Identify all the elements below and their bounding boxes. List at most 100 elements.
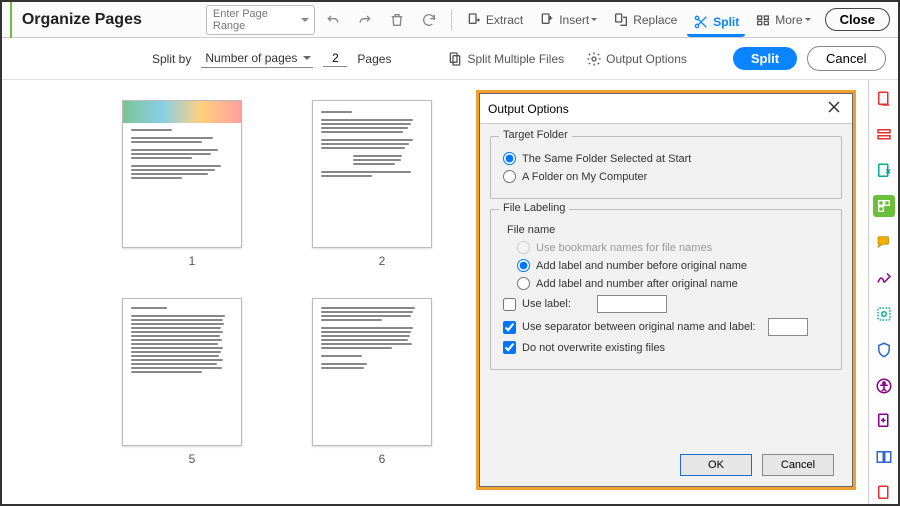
tool-comment-icon[interactable] [873, 231, 895, 253]
file-labeling-group-label: File Labeling [499, 202, 569, 214]
checkbox-separator-text: Use separator between original name and … [522, 321, 756, 333]
extract-icon [466, 12, 482, 28]
radio-after-label: Add label and number after original name [536, 278, 738, 290]
tool-create-pdf-icon[interactable] [873, 160, 895, 182]
insert-icon [539, 12, 555, 28]
tool-organize-pages-icon[interactable] [873, 195, 895, 217]
cancel-button[interactable]: Cancel [807, 46, 885, 71]
page-range-dropdown[interactable]: Enter Page Range [206, 5, 315, 35]
radio-same-folder[interactable]: The Same Folder Selected at Start [503, 152, 831, 165]
tool-export-pdf-icon[interactable] [873, 88, 895, 110]
replace-icon [613, 12, 629, 28]
tool-protect-icon[interactable] [873, 339, 895, 361]
dialog-ok-button[interactable]: OK [680, 454, 752, 476]
rotate-button[interactable] [415, 8, 443, 32]
checkbox-no-overwrite-input[interactable] [503, 341, 516, 354]
undo-icon [325, 12, 341, 28]
dialog-title-text: Output Options [488, 102, 569, 116]
thumb-label: 2 [312, 254, 452, 268]
toolbar-top: Organize Pages Enter Page Range Extract … [2, 2, 898, 38]
radio-same-folder-label: The Same Folder Selected at Start [522, 153, 691, 165]
page-thumb-2[interactable]: 2 [312, 100, 452, 268]
page-title: Organize Pages [22, 11, 142, 29]
file-name-sub-label: File name [507, 224, 831, 236]
pages-label: Pages [357, 52, 391, 66]
extract-label: Extract [486, 13, 523, 27]
radio-my-computer-input[interactable] [503, 170, 516, 183]
tool-add-icon[interactable] [873, 410, 895, 432]
dialog-titlebar: Output Options [480, 94, 852, 124]
checkbox-no-overwrite-text: Do not overwrite existing files [522, 342, 665, 354]
more-label: More [775, 13, 802, 27]
tool-edit-pdf-icon[interactable] [873, 124, 895, 146]
thumb-label: 5 [122, 452, 262, 466]
more-icon [755, 12, 771, 28]
radio-before-input[interactable] [517, 259, 530, 272]
radio-bookmark-input [517, 241, 530, 254]
trash-icon [389, 12, 405, 28]
tool-accessibility-icon[interactable] [873, 375, 895, 397]
radio-my-computer-label: A Folder on My Computer [522, 171, 647, 183]
radio-after-input[interactable] [517, 277, 530, 290]
rotate-icon [421, 12, 437, 28]
separator [451, 9, 452, 31]
tool-redact-icon[interactable] [873, 303, 895, 325]
radio-my-computer[interactable]: A Folder on My Computer [503, 170, 831, 183]
checkbox-use-label-text: Use label: [522, 298, 571, 310]
dialog-cancel-button[interactable]: Cancel [762, 454, 834, 476]
checkbox-no-overwrite[interactable]: Do not overwrite existing files [503, 341, 831, 354]
split-multiple-label: Split Multiple Files [467, 52, 564, 66]
toolbar-split-options: Split by Number of pages Pages Split Mul… [2, 38, 898, 80]
replace-label: Replace [633, 13, 677, 27]
split-mode-dropdown[interactable]: Number of pages [201, 49, 313, 68]
scissors-icon [693, 14, 709, 30]
target-folder-group-label: Target Folder [499, 129, 572, 141]
content-area: 1 2 5 6 [2, 80, 898, 504]
checkbox-separator[interactable]: Use separator between original name and … [503, 318, 831, 336]
redo-button[interactable] [351, 8, 379, 32]
split-button[interactable]: Split [733, 47, 797, 70]
page-thumb-1[interactable]: 1 [122, 100, 262, 268]
label-text-input[interactable] [597, 295, 667, 313]
close-icon [828, 101, 840, 113]
output-options-label: Output Options [606, 52, 687, 66]
split-tool-button[interactable]: Split [687, 10, 745, 37]
thumb-label: 1 [122, 254, 262, 268]
radio-label-before[interactable]: Add label and number before original nam… [517, 259, 831, 272]
radio-label-after[interactable]: Add label and number after original name [517, 277, 831, 290]
tool-fill-sign-icon[interactable] [873, 267, 895, 289]
extract-button[interactable]: Extract [460, 8, 529, 32]
accent-bar [10, 2, 12, 38]
files-icon [447, 51, 463, 67]
dialog-close-button[interactable] [824, 100, 844, 117]
separator-text-input[interactable] [768, 318, 808, 336]
checkbox-use-label-input[interactable] [503, 298, 516, 311]
undo-button[interactable] [319, 8, 347, 32]
radio-bookmark-label: Use bookmark names for file names [536, 242, 712, 254]
split-multiple-button[interactable]: Split Multiple Files [441, 47, 570, 71]
more-button[interactable]: More [749, 8, 816, 32]
checkbox-use-label[interactable]: Use label: [503, 295, 831, 313]
insert-button[interactable]: Insert [533, 8, 603, 32]
close-button[interactable]: Close [825, 8, 890, 31]
output-options-dialog: Output Options Target Folder The Same Fo… [476, 90, 856, 490]
radio-bookmark-names[interactable]: Use bookmark names for file names [517, 241, 831, 254]
split-label: Split [713, 15, 739, 29]
replace-button[interactable]: Replace [607, 8, 683, 32]
checkbox-separator-input[interactable] [503, 321, 516, 334]
radio-same-folder-input[interactable] [503, 152, 516, 165]
radio-before-label: Add label and number before original nam… [536, 260, 747, 272]
thumb-label: 6 [312, 452, 452, 466]
delete-button[interactable] [383, 8, 411, 32]
page-thumb-5[interactable]: 5 [122, 298, 262, 466]
split-count-input[interactable] [323, 50, 347, 67]
redo-icon [357, 12, 373, 28]
split-by-label: Split by [152, 52, 191, 66]
tool-compare-icon[interactable] [873, 446, 895, 468]
page-thumb-6[interactable]: 6 [312, 298, 452, 466]
output-options-button[interactable]: Output Options [580, 47, 693, 71]
gear-icon [586, 51, 602, 67]
insert-label: Insert [559, 13, 589, 27]
tool-more-icon[interactable] [873, 482, 895, 504]
right-tools-sidebar [868, 80, 898, 504]
